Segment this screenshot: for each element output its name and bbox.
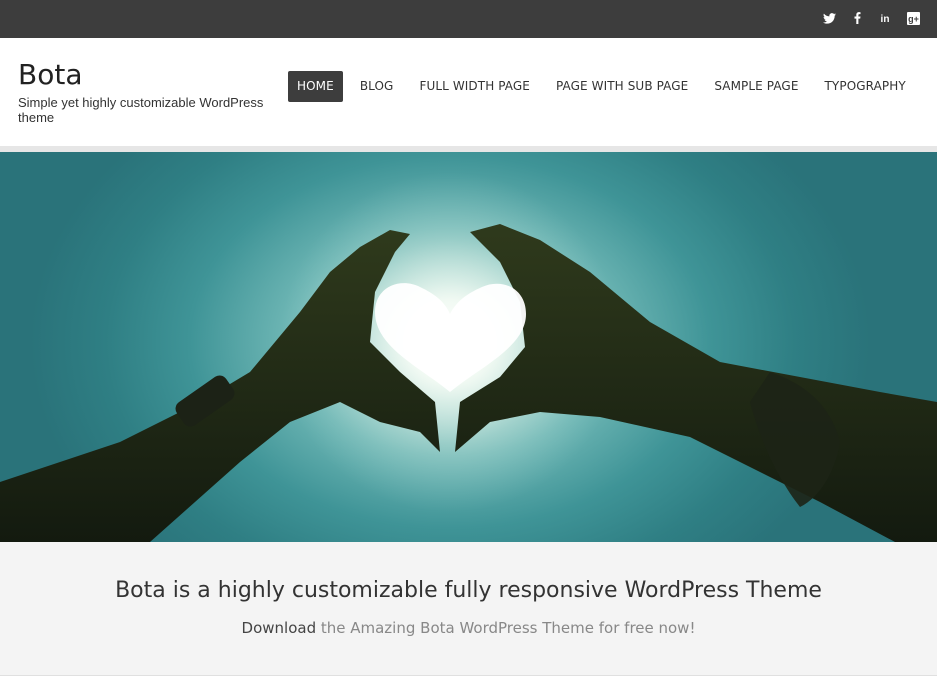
site-header: Bota Simple yet highly customizable Word… — [0, 38, 937, 146]
cta-subtitle-text: the Amazing Bota WordPress Theme for fre… — [316, 619, 696, 637]
main-navigation: HOME BLOG FULL WIDTH PAGE PAGE WITH SUB … — [288, 71, 923, 102]
call-to-action: Bota is a highly customizable fully resp… — [0, 542, 937, 676]
nav-item-full-width-page[interactable]: FULL WIDTH PAGE — [410, 71, 539, 102]
linkedin-icon[interactable]: in — [877, 10, 893, 26]
social-links: in g+ — [821, 10, 921, 26]
facebook-icon[interactable] — [849, 10, 865, 26]
twitter-icon[interactable] — [821, 10, 837, 26]
google-plus-icon[interactable]: g+ — [905, 10, 921, 26]
site-title[interactable]: Bota — [18, 58, 82, 91]
cta-title: Bota is a highly customizable fully resp… — [115, 578, 822, 603]
cta-subtitle: Download the Amazing Bota WordPress Them… — [0, 619, 937, 637]
nav-item-home[interactable]: HOME — [288, 71, 343, 102]
site-tagline: Simple yet highly customizable WordPress… — [18, 95, 264, 125]
nav-item-typography[interactable]: TYPOGRAPHY — [816, 71, 915, 102]
page-bottom — [0, 676, 937, 700]
nav-item-sample-page[interactable]: SAMPLE PAGE — [705, 71, 807, 102]
heart-hands-illustration — [0, 172, 937, 542]
download-link[interactable]: Download — [242, 619, 317, 637]
svg-text:g+: g+ — [908, 14, 919, 24]
top-bar: in g+ — [0, 0, 937, 38]
nav-item-blog[interactable]: BLOG — [351, 71, 403, 102]
hero-banner-image — [0, 152, 937, 542]
nav-item-page-with-sub-page[interactable]: PAGE WITH SUB PAGE — [547, 71, 697, 102]
svg-text:in: in — [881, 14, 890, 24]
